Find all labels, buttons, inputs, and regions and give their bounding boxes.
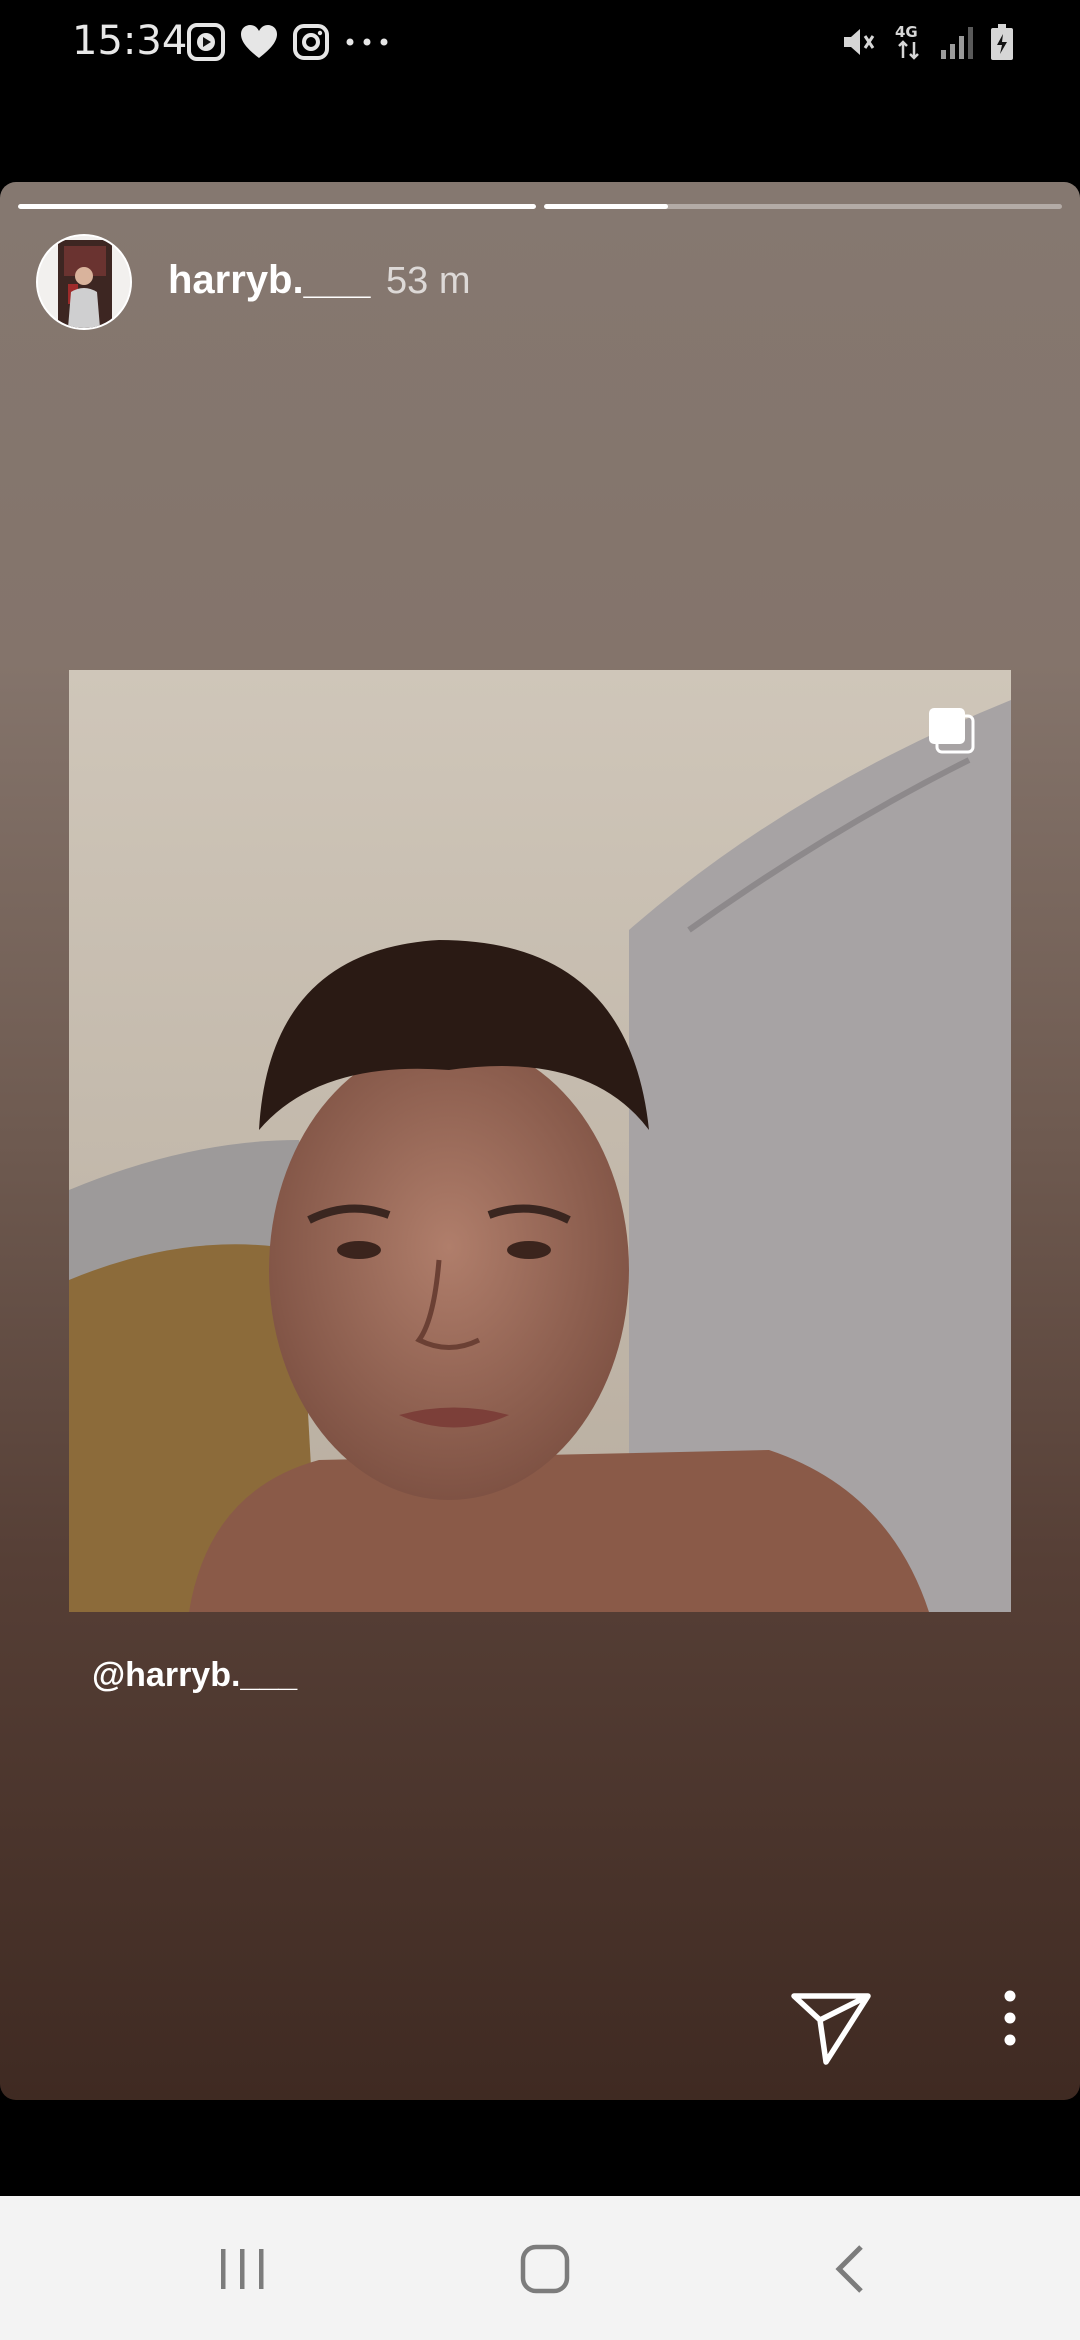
progress-fill bbox=[544, 204, 669, 209]
story-timestamp: 53 m bbox=[386, 260, 471, 302]
battery-icon bbox=[991, 24, 1013, 60]
system-navigation-bar bbox=[0, 2196, 1080, 2340]
multiple-photos-icon bbox=[929, 708, 975, 754]
send-icon bbox=[791, 1993, 871, 2065]
heart-icon bbox=[241, 25, 277, 58]
back-button[interactable] bbox=[804, 2234, 894, 2304]
back-icon bbox=[835, 2245, 863, 2293]
mention-sticker[interactable]: @harryb.___ bbox=[92, 1656, 297, 1695]
home-button[interactable] bbox=[500, 2234, 590, 2304]
more-vertical-icon bbox=[1004, 1990, 1016, 2046]
story-viewer[interactable]: harryb.___ 53 m @harryb.___ bbox=[0, 182, 1080, 2100]
svg-text:4G: 4G bbox=[895, 23, 918, 41]
status-time: 15:34 bbox=[72, 18, 188, 64]
progress-fill bbox=[18, 204, 536, 209]
more-dots-icon bbox=[346, 38, 388, 46]
progress-segment bbox=[544, 204, 1062, 209]
home-icon bbox=[520, 2244, 570, 2294]
youtube-icon bbox=[187, 23, 225, 61]
notification-icons bbox=[186, 22, 390, 62]
instagram-icon bbox=[293, 24, 329, 60]
recents-icon bbox=[221, 2249, 264, 2289]
4g-icon: 4G bbox=[895, 23, 919, 60]
more-options-button[interactable] bbox=[990, 1988, 1030, 2048]
status-bar: 15:34 4G bbox=[0, 0, 1080, 84]
progress-segment bbox=[18, 204, 536, 209]
system-icons: 4G bbox=[840, 22, 1014, 62]
story-username[interactable]: harryb.___ bbox=[168, 258, 370, 303]
story-progress bbox=[18, 204, 1062, 210]
shared-post-image[interactable] bbox=[69, 670, 1011, 1612]
avatar[interactable] bbox=[36, 234, 132, 330]
mute-icon bbox=[844, 29, 875, 55]
signal-icon bbox=[941, 27, 973, 59]
recents-button[interactable] bbox=[198, 2234, 288, 2304]
send-button[interactable] bbox=[790, 1990, 872, 2066]
